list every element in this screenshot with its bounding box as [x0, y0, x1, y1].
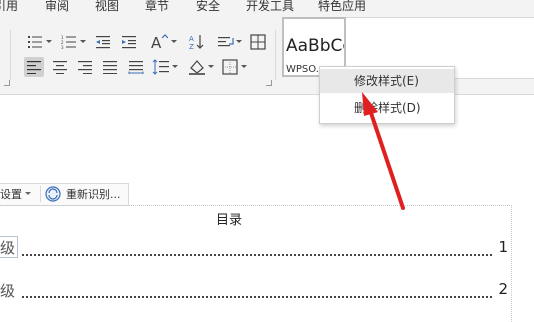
annotation-arrow: [362, 92, 405, 210]
